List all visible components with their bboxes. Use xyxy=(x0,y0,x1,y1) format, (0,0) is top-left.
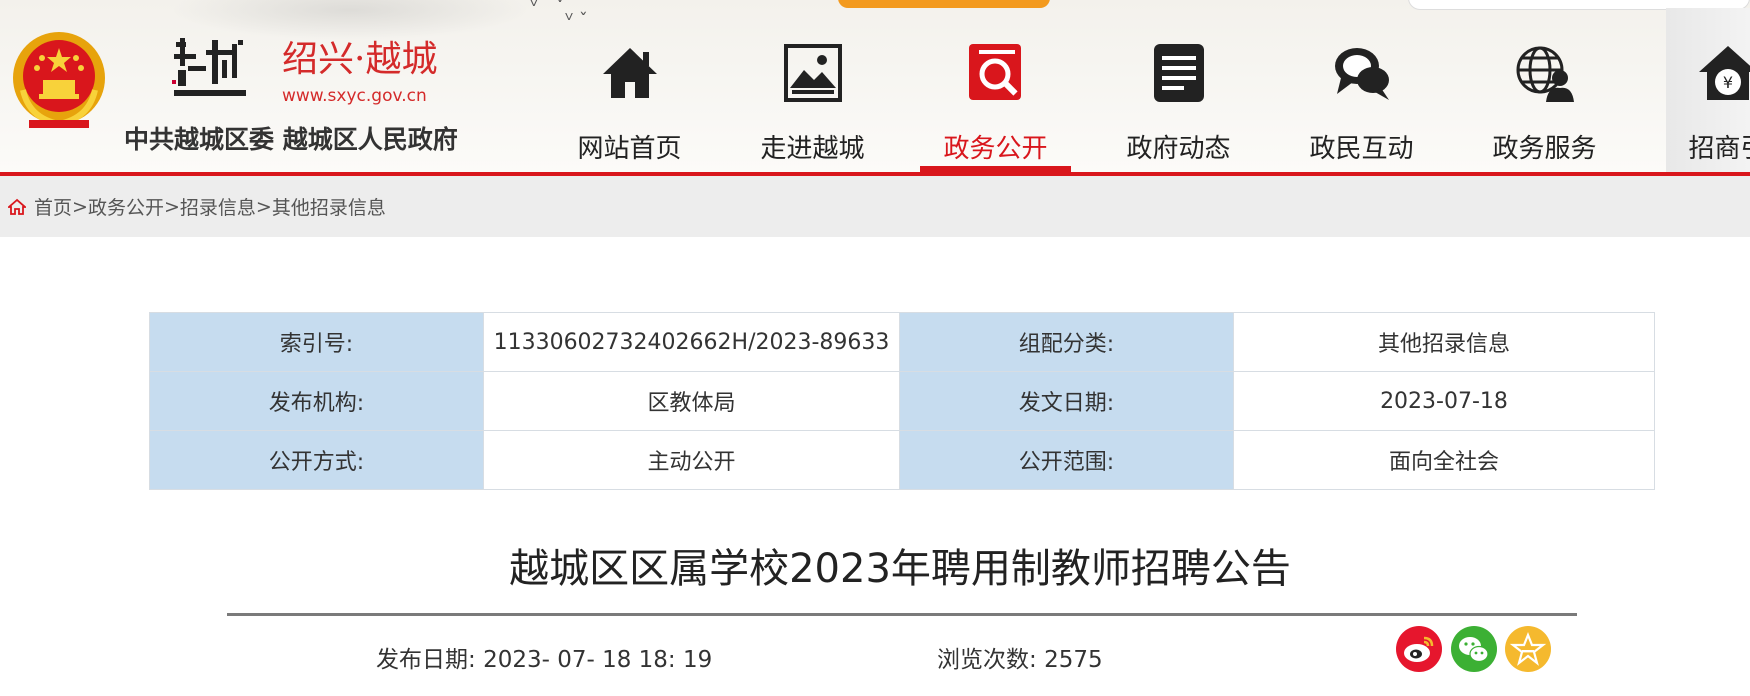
view-count-value: 2575 xyxy=(1044,647,1103,673)
yuecheng-logo-icon xyxy=(172,38,246,96)
category-label: 组配分类: xyxy=(899,312,1234,372)
breadcrumb-separator: > xyxy=(255,195,272,218)
picture-icon xyxy=(784,44,842,102)
publisher-label: 发布机构: xyxy=(149,371,484,431)
share-weibo-button[interactable] xyxy=(1396,626,1442,672)
table-row: 发布机构: 区教体局 发文日期: 2023-07-18 xyxy=(149,371,1655,431)
issue-date-value: 2023-07-18 xyxy=(1233,371,1655,431)
site-url[interactable]: www.sxyc.gov.cn xyxy=(282,86,427,106)
category-value: 其他招录信息 xyxy=(1233,312,1655,372)
nav-label: 招商引 xyxy=(1688,134,1750,164)
weibo-icon xyxy=(1404,636,1434,662)
nav-item-about[interactable]: 走进越城 xyxy=(721,38,904,172)
national-emblem-icon xyxy=(13,32,105,128)
document-info-table: 索引号: 11330602732402662H/2023-89633 组配分类:… xyxy=(149,312,1655,490)
publish-date-label: 发布日期: xyxy=(376,647,476,673)
nav-label: 网站首页 xyxy=(577,134,682,164)
nav-item-public-interaction[interactable]: 政民互动 xyxy=(1270,38,1453,172)
share-wechat-button[interactable] xyxy=(1451,626,1497,672)
view-count-label: 浏览次数: xyxy=(937,647,1037,673)
breadcrumb-separator: > xyxy=(72,195,88,218)
disclosure-scope-value: 面向全社会 xyxy=(1233,430,1655,490)
breadcrumb-item-other-recruitment[interactable]: 其他招录信息 xyxy=(272,193,386,220)
home-icon xyxy=(8,198,26,215)
index-number-value: 11330602732402662H/2023-89633 xyxy=(483,312,900,372)
main-nav: 网站首页 走进越城 政务公开 政府动态 政民互动 政务服务 ¥ 招商 xyxy=(538,38,1750,172)
top-orange-tab[interactable] xyxy=(838,0,1050,8)
publisher-value: 区教体局 xyxy=(483,371,900,431)
publish-date: 发布日期: 2023- 07- 18 18: 19 xyxy=(376,640,712,674)
chat-bubbles-icon xyxy=(1335,48,1389,100)
index-number-label: 索引号: xyxy=(149,312,484,372)
publish-date-value: 2023- 07- 18 18: 19 xyxy=(483,647,713,673)
nav-item-government-affairs[interactable]: 政务公开 xyxy=(904,38,1087,172)
title-divider xyxy=(227,613,1577,616)
site-header: ⱽ ˅ ⱽˇ 绍兴·越城 www.sxyc.gov.cn 中共越城区委 越城区人… xyxy=(0,0,1750,172)
government-name: 中共越城区委 越城区人民政府 xyxy=(124,125,458,154)
share-favorite-button[interactable] xyxy=(1505,626,1551,672)
home-icon xyxy=(603,48,657,98)
breadcrumb-item-government-affairs[interactable]: 政务公开 xyxy=(88,193,164,220)
favorite-star-icon xyxy=(1509,632,1547,666)
nav-label: 政府动态 xyxy=(1126,134,1231,164)
disclosure-method-value: 主动公开 xyxy=(483,430,900,490)
disclosure-scope-label: 公开范围: xyxy=(899,430,1234,490)
wechat-icon xyxy=(1459,637,1489,663)
nav-item-government-services[interactable]: 政务服务 xyxy=(1453,38,1636,172)
nav-label: 政务公开 xyxy=(943,134,1048,164)
view-count: 浏览次数: 2575 xyxy=(937,640,1103,674)
news-list-icon xyxy=(1154,44,1204,102)
table-row: 公开方式: 主动公开 公开范围: 面向全社会 xyxy=(149,430,1655,490)
site-name: 绍兴·越城 xyxy=(282,39,438,80)
table-row: 索引号: 11330602732402662H/2023-89633 组配分类:… xyxy=(149,312,1655,372)
article-title: 越城区区属学校2023年聘用制教师招聘公告 xyxy=(509,546,1291,592)
nav-item-home[interactable]: 网站首页 xyxy=(538,38,721,172)
disclosure-method-label: 公开方式: xyxy=(149,430,484,490)
money-house-icon: ¥ xyxy=(1699,46,1750,100)
nav-item-government-news[interactable]: 政府动态 xyxy=(1087,38,1270,172)
birds-decoration: ⱽ ˅ ⱽˇ xyxy=(530,0,594,31)
breadcrumb-item-recruitment[interactable]: 招录信息 xyxy=(180,193,256,220)
nav-item-investment[interactable]: ¥ 招商引 xyxy=(1636,38,1750,172)
nav-label: 政务服务 xyxy=(1492,134,1597,164)
breadcrumb-separator: > xyxy=(163,195,180,218)
issue-date-label: 发文日期: xyxy=(899,371,1234,431)
nav-label: 走进越城 xyxy=(760,134,865,164)
breadcrumb: 首页 > 政务公开 > 招录信息 > 其他招录信息 xyxy=(0,176,1750,237)
globe-user-icon xyxy=(1516,46,1574,102)
breadcrumb-item-home[interactable]: 首页 xyxy=(34,193,72,220)
svg-text:¥: ¥ xyxy=(1723,73,1733,92)
nav-label: 政民互动 xyxy=(1309,134,1414,164)
search-document-icon xyxy=(969,44,1021,100)
